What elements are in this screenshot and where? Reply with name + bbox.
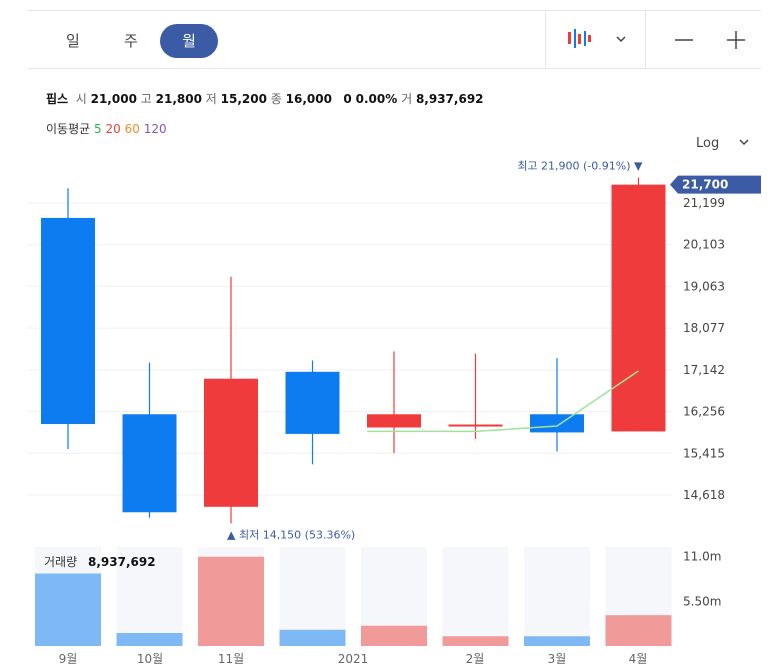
- chevron-down-icon[interactable]: [614, 30, 628, 49]
- period-week-tab[interactable]: 주: [124, 24, 138, 58]
- volume-column-bg: [116, 547, 183, 646]
- y-tick-label: 18,077: [683, 321, 725, 335]
- volume-bar: [361, 625, 427, 646]
- candle-body: [204, 378, 258, 507]
- volume-column-bg: [361, 547, 427, 646]
- stock-name: 핍스: [46, 92, 69, 106]
- ma60-label[interactable]: 60: [125, 122, 140, 136]
- current-price-label: 21,700: [682, 178, 728, 192]
- ma120-label[interactable]: 120: [144, 122, 167, 136]
- volume-column-bg: [605, 547, 672, 646]
- volume-bar: [116, 633, 183, 646]
- scale-label: Log: [696, 136, 720, 151]
- volume-bar: [35, 573, 101, 646]
- scale-selector[interactable]: Log: [696, 136, 751, 151]
- candle-body: [530, 414, 584, 433]
- volume-column-bg: [279, 547, 346, 646]
- ma5-line: [367, 370, 639, 433]
- volume-bar: [442, 636, 509, 646]
- volume-column-bg: [35, 547, 101, 646]
- high-label: 고: [140, 92, 152, 106]
- close-label: 종: [270, 92, 282, 106]
- volume-column-bg: [198, 547, 264, 646]
- volume-total-value: 8,937,692: [88, 555, 156, 569]
- volume-short-label: 거: [401, 92, 413, 106]
- candlestick-type-icon[interactable]: [566, 28, 594, 54]
- x-tick-label: 2월: [466, 652, 485, 666]
- x-tick-label: 11월: [218, 652, 244, 666]
- candle-body: [611, 184, 666, 432]
- candle-body: [448, 424, 503, 427]
- y-tick-label: 17,142: [683, 363, 725, 377]
- low-label: 저: [205, 92, 217, 106]
- volume-value: 8,937,692: [415, 92, 484, 106]
- x-tick-label: 4월: [629, 652, 648, 666]
- candle-body: [367, 414, 421, 428]
- high-value: 21,800: [155, 92, 202, 106]
- x-tick-label: 3월: [548, 652, 567, 666]
- candle-body: [122, 414, 177, 513]
- price-summary: 핍스 시 21,000 고 21,800 저 15,200 종 16,000 0…: [46, 90, 484, 107]
- open-value: 21,000: [90, 92, 137, 106]
- volume-bar: [198, 556, 264, 646]
- volume-tick-label: 5.50m: [683, 594, 721, 608]
- candle-body: [41, 217, 95, 425]
- ma20-label[interactable]: 20: [105, 122, 120, 136]
- y-tick-label: 20,103: [683, 238, 725, 252]
- y-tick-label: 14,618: [683, 488, 725, 502]
- y-tick-label: 16,256: [683, 405, 725, 419]
- zoom-in-icon[interactable]: [726, 30, 746, 54]
- change-percent: 0.00%: [355, 92, 398, 106]
- x-tick-label: 9월: [59, 652, 78, 666]
- open-label: 시: [75, 92, 87, 106]
- low-value: 15,200: [220, 92, 267, 106]
- volume-tick-label: 11.0m: [683, 550, 721, 564]
- volume-bar: [605, 615, 672, 646]
- volume-bar: [279, 629, 346, 646]
- moving-average-label: 이동평균: [46, 122, 91, 136]
- candle-body: [285, 371, 340, 434]
- y-tick-label: 21,199: [683, 196, 725, 210]
- zoom-out-icon[interactable]: [674, 30, 694, 54]
- toolbar-divider: [545, 10, 546, 69]
- high-annotation: 최고 21,900 (-0.91%) ▼: [517, 159, 643, 172]
- moving-average-legend: 이동평균 5 20 60 120: [46, 120, 167, 137]
- x-tick-label: 10월: [137, 652, 163, 666]
- low-annotation: ▲ 최저 14,150 (53.36%): [227, 529, 355, 542]
- period-month-tab[interactable]: 월: [160, 24, 218, 58]
- volume-label: 거래량: [44, 555, 77, 569]
- y-tick-label: 19,063: [683, 279, 725, 293]
- ma5-label[interactable]: 5: [94, 122, 102, 136]
- volume-column-bg: [442, 547, 509, 646]
- y-tick-label: 15,415: [683, 446, 725, 460]
- change-value: 0: [343, 92, 352, 106]
- chart-toolbar: [28, 10, 761, 69]
- period-day-tab[interactable]: 일: [66, 24, 80, 58]
- toolbar-divider: [645, 10, 646, 69]
- chevron-down-icon: [739, 139, 749, 146]
- close-value: 16,000: [285, 92, 332, 106]
- x-tick-label: 2021: [338, 652, 369, 666]
- volume-bar: [524, 636, 590, 646]
- current-price-badge: [670, 175, 761, 194]
- volume-column-bg: [524, 547, 590, 646]
